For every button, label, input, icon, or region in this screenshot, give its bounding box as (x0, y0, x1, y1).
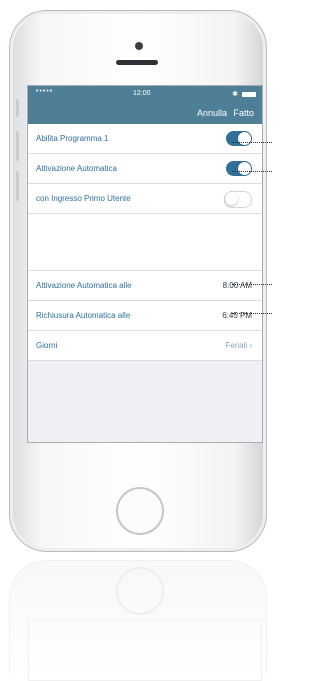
row-enable-program: Abilita Programma 1 (28, 124, 262, 154)
screen: ••••• 12:00 ✱ Annulla Fatto Abilita Prog… (27, 85, 263, 443)
callout-line (232, 142, 272, 143)
row-label: Attivazione Automatica alle (36, 281, 132, 290)
row-label: Abilita Programma 1 (36, 134, 109, 143)
row-first-user-entry: con Ingresso Primo Utente (28, 184, 262, 214)
nav-actions: Annulla Fatto (193, 108, 254, 118)
navigation-bar: ••••• 12:00 ✱ Annulla Fatto (28, 86, 262, 124)
days-value-text: Feriali (225, 341, 248, 350)
toggle-knob (238, 162, 251, 175)
toggle-knob (238, 132, 251, 145)
row-closing-time[interactable]: Richiusura Automatica alle 6:45 PM (28, 301, 262, 331)
done-button[interactable]: Fatto (233, 108, 254, 118)
row-days[interactable]: Giorni Feriali › (28, 331, 262, 361)
cancel-button[interactable]: Annulla (197, 108, 227, 118)
callout-line (232, 171, 272, 172)
enable-program-toggle[interactable] (226, 131, 252, 146)
row-activation-time[interactable]: Attivazione Automatica alle 8:00 AM (28, 271, 262, 301)
chevron-right-icon: › (249, 341, 252, 350)
signal-strength: ••••• (36, 88, 54, 95)
row-auto-activation: Attivazione Automatica (28, 154, 262, 184)
callout-line (232, 313, 272, 314)
volume-up-button (16, 131, 19, 161)
status-time: 12:00 (133, 90, 151, 97)
row-label: Attivazione Automatica (36, 164, 117, 173)
first-user-entry-toggle[interactable] (224, 191, 252, 208)
section-spacer (28, 214, 262, 271)
mute-switch (16, 99, 19, 117)
earpiece-speaker (116, 60, 158, 65)
toggle-knob (225, 192, 238, 205)
status-bar: ••••• 12:00 ✱ (28, 88, 262, 100)
row-label: con Ingresso Primo Utente (36, 194, 131, 203)
battery-icon (242, 92, 256, 97)
row-label: Richiusura Automatica alle (36, 311, 131, 320)
settings-list: Abilita Programma 1 Attivazione Automati… (28, 124, 262, 361)
front-camera (135, 42, 143, 50)
home-button-reflection (116, 567, 164, 615)
phone-reflection (9, 560, 267, 681)
callout-line (232, 284, 272, 285)
volume-down-button (16, 171, 19, 201)
auto-activation-toggle[interactable] (226, 161, 252, 176)
row-label: Giorni (36, 341, 58, 350)
bluetooth-icon: ✱ (232, 91, 238, 98)
home-button[interactable] (116, 487, 164, 535)
days-value: Feriali › (225, 341, 252, 350)
activation-time-value: 8:00 AM (222, 281, 252, 290)
